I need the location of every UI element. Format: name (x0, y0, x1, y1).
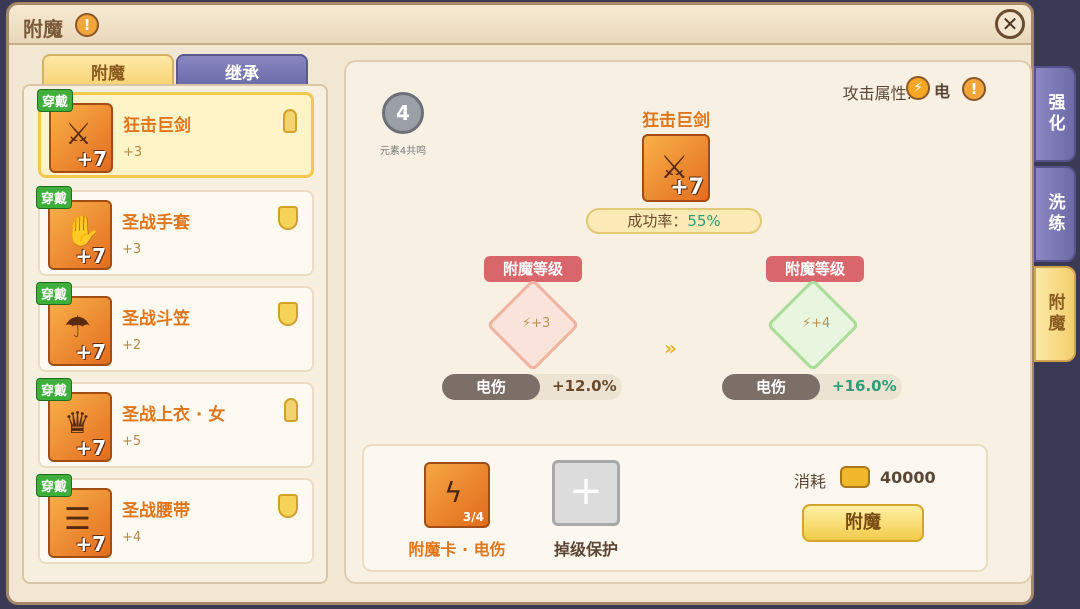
resonance-medal[interactable]: 4 元素4共鸣 (372, 90, 434, 157)
belt-icon: ☰ +7 (48, 488, 112, 558)
side-tab-enchant[interactable]: 附魔 (1034, 266, 1076, 362)
equipped-badge: 穿戴 (36, 378, 73, 401)
item-name: 圣战上衣 · 女 (122, 405, 226, 425)
enchant-card-slot[interactable]: ϟ 3/4 (424, 462, 490, 528)
stat-value: +12.0% (552, 377, 617, 395)
equipment-item[interactable]: 穿戴 ✋ +7 圣战手套 +3 (36, 186, 314, 276)
enchant-level-label-next: 附魔等级 (766, 256, 864, 282)
enchant-button[interactable]: 附魔 (802, 504, 924, 542)
info-icon[interactable]: ! (75, 13, 99, 37)
item-enchant-level: +3 (123, 145, 143, 160)
lightning-icon: ϟ (444, 476, 463, 509)
pin-icon (283, 109, 297, 133)
cost-label: 消耗 (794, 472, 827, 491)
shield-icon (278, 302, 298, 326)
card-count: 3/4 (462, 510, 484, 524)
equipped-badge: 穿戴 (37, 89, 74, 112)
protection-label: 掉级保护 (553, 540, 618, 559)
item-enchant-level: +3 (122, 242, 142, 257)
equipped-badge: 穿戴 (36, 282, 73, 305)
sword-icon: ⚔ +7 (49, 103, 113, 173)
medal-caption: 元素4共鸣 (379, 146, 427, 157)
equipment-item[interactable]: 穿戴 ☂ +7 圣战斗笠 +2 (36, 282, 314, 372)
pin-icon (284, 398, 298, 422)
item-name: 圣战手套 (122, 213, 190, 233)
item-enchant-level: +5 (122, 434, 142, 449)
lightning-icon: ⚡ (906, 76, 930, 100)
window-title: 附魔 (23, 17, 63, 41)
next-stat: 电伤 +16.0% (722, 374, 902, 400)
equipment-item[interactable]: 穿戴 ⚔ +7 狂击巨剑 +3 (37, 89, 314, 178)
equipment-item[interactable]: 穿戴 ☰ +7 圣战腰带 +4 (36, 474, 314, 564)
equipped-badge: 穿戴 (36, 474, 73, 497)
stat-name: 电伤 (442, 374, 540, 400)
attack-element: 电 (934, 82, 951, 101)
gold-icon (840, 466, 870, 488)
attack-attribute-label: 攻击属性: (842, 84, 912, 103)
armor-icon: ♛ +7 (48, 392, 112, 462)
cost-value: 40000 (880, 468, 936, 487)
stat-name: 电伤 (722, 374, 820, 400)
selected-item-name: 狂击巨剑 (642, 111, 710, 131)
shield-icon (278, 494, 298, 518)
success-rate: 成功率：55% (586, 208, 762, 234)
enchant-card-label: 附魔卡 · 电伤 (408, 540, 506, 559)
arrow-right-icon: » (664, 336, 677, 360)
current-stat: 电伤 +12.0% (442, 374, 622, 400)
side-tab-refine[interactable]: 洗练 (1034, 166, 1076, 262)
hat-icon: ☂ +7 (48, 296, 112, 366)
shield-icon (278, 206, 298, 230)
current-enchant-level: ⚡+3 (522, 316, 551, 331)
item-name: 圣战腰带 (122, 501, 190, 521)
side-tab-strengthen[interactable]: 强化 (1034, 66, 1076, 162)
title-bar: 附魔 ! ✕ (9, 5, 1031, 45)
add-protection-button[interactable]: + (552, 460, 620, 526)
next-enchant-level: ⚡+4 (802, 316, 831, 331)
equipped-badge: 穿戴 (36, 186, 73, 209)
item-enchant-level: +4 (122, 530, 142, 545)
item-name: 狂击巨剑 (123, 116, 191, 136)
medal-level: 4 (382, 92, 424, 134)
enchant-level-label-current: 附魔等级 (484, 256, 582, 282)
attack-info-icon[interactable]: ! (962, 77, 986, 101)
item-name: 圣战斗笠 (122, 309, 190, 329)
stat-value: +16.0% (832, 377, 897, 395)
gloves-icon: ✋ +7 (48, 200, 112, 270)
close-button[interactable]: ✕ (995, 9, 1025, 39)
equipment-item[interactable]: 穿戴 ♛ +7 圣战上衣 · 女 +5 (36, 378, 314, 468)
item-enchant-level: +2 (122, 338, 142, 353)
sword-icon: ⚔ +7 (642, 134, 710, 202)
